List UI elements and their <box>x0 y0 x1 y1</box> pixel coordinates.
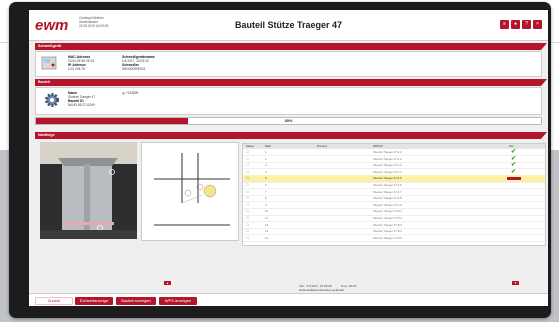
show-wps-button[interactable]: WPS anzeigen <box>159 297 197 305</box>
row-seam-number: 2 <box>265 156 267 161</box>
check-icon: ✔ <box>511 149 517 155</box>
row-wps: Stuetze Traeger 47 B.5 <box>373 235 402 240</box>
mac-address: MAC-Adresse 00:00:4E:50:0E:01 IP-Adresse… <box>68 55 94 71</box>
row-seam-number: 11 <box>265 216 268 220</box>
row-status-checkbox[interactable]: ☐ <box>246 189 249 195</box>
help-icon[interactable]: ? <box>522 20 531 29</box>
row-status-checkbox[interactable]: ☐ <box>246 222 249 228</box>
part-details: Name Stuetze Traeger 47 Bauteil ID BAUR-… <box>68 91 95 107</box>
part-panel: Name Stuetze Traeger 47 Bauteil ID BAUR-… <box>35 87 542 115</box>
row-seam-number: 4 <box>265 169 267 174</box>
row-seam-number: 9 <box>265 202 267 207</box>
row-wps: Stuetze Traeger 47 A.4 <box>373 169 402 174</box>
row-wps: Stuetze Traeger 47 A.5 <box>373 176 402 181</box>
ip-address-value: 10.0.204.76 <box>68 67 85 71</box>
back-button[interactable]: Zurück <box>35 297 73 305</box>
row-wps: Stuetze Traeger 47 A.1 <box>373 150 402 154</box>
machine-panel: MAC-Adresse 00:00:4E:50:0E:01 IP-Adresse… <box>35 51 542 77</box>
weld-seam-table: Status Naht Prozess WPS-Nr Info ☐ 1 Stuetz… <box>242 143 546 246</box>
row-status-checkbox[interactable]: ☐ <box>246 156 249 162</box>
row-status-checkbox[interactable]: ☐ <box>246 169 249 175</box>
show-part-button[interactable]: Bauteil anzeigen <box>116 297 156 305</box>
user-icon[interactable]: ● <box>511 20 520 29</box>
row-status-checkbox[interactable]: ☐ <box>246 235 249 241</box>
row-status-checkbox[interactable]: ☐ <box>246 162 249 168</box>
weld-drawing <box>141 142 239 241</box>
row-status-checkbox[interactable]: ☐ <box>246 175 249 181</box>
machine-id: Schweißgerätename 6.8.2017, 15:03:33 Sch… <box>122 55 155 71</box>
part-photo <box>40 142 137 239</box>
weld-progress-label: 30% <box>284 118 293 123</box>
row-status-checkbox[interactable]: ☐ <box>246 215 249 221</box>
app-screen: ewm Christoph Brehler Administrator 22.0… <box>29 10 548 306</box>
section-header-machine: Schweißgerät <box>35 43 547 50</box>
row-seam-number: 13 <box>265 229 269 234</box>
monitor-bezel: ewm Christoph Brehler Administrator 22.0… <box>9 2 551 318</box>
part-id-value: BAUR-85-2712049 <box>68 103 95 107</box>
row-seam-number: 3 <box>265 163 267 168</box>
exit-icon[interactable]: × <box>533 20 542 29</box>
row-wps: Stuetze Traeger 47 A.8 <box>373 196 402 201</box>
row-status-checkbox[interactable]: ☐ <box>246 182 249 188</box>
check-icon: ✔ <box>511 155 517 162</box>
row-wps: Stuetze Traeger 47 B.1 <box>373 209 402 214</box>
row-wps: Stuetze Traeger 47 A.3 <box>373 163 402 168</box>
part-code-value: 7243828 <box>125 91 139 95</box>
header-buttons: ≡ ● ? × <box>500 20 542 29</box>
part-photo-image <box>40 142 137 239</box>
row-seam-number: 1 <box>265 150 267 154</box>
scroll-up-button[interactable]: ▲ <box>164 281 171 285</box>
welding-machine-icon <box>41 56 57 70</box>
row-seam-number: 5 <box>265 176 267 181</box>
row-seam-number: 10 <box>265 209 269 214</box>
row-wps: Stuetze Traeger 47 B.3 <box>373 222 402 227</box>
row-wps: Stuetze Traeger 47 A.7 <box>373 189 402 194</box>
status-info: Info 6.8.2017, 15:03:08 Time: 00:24 Naht… <box>299 284 356 292</box>
weld-drawing-image <box>154 153 230 226</box>
realtime-view-button[interactable]: Echtzeitanzeige <box>75 297 113 305</box>
row-status-checkbox[interactable]: ☐ <box>246 195 249 201</box>
row-seam-number: 8 <box>265 196 267 201</box>
check-icon: ✔ <box>511 168 517 175</box>
menu-icon[interactable]: ≡ <box>500 20 509 29</box>
gear-icon <box>45 93 59 107</box>
row-wps: Stuetze Traeger 47 B.2 <box>373 216 402 220</box>
row-status-checkbox[interactable]: ☐ <box>246 202 249 208</box>
section-header-part: Bauteil <box>35 79 547 86</box>
info-message: Nahtverifikationsfunktion geändert <box>299 288 345 292</box>
weld-progress-bar: 30% <box>35 117 542 125</box>
row-wps: Stuetze Traeger 47 A.2 <box>373 156 402 161</box>
bottom-toolbar: Zurück Echtzeitanzeige Bauteil anzeigen … <box>29 293 548 306</box>
welder-value: WE000099K003 <box>122 67 146 71</box>
row-seam-number: 14 <box>265 235 269 240</box>
row-wps: Stuetze Traeger 47 B.4 <box>373 229 402 234</box>
row-seam-number: 7 <box>265 189 267 194</box>
active-seam-indicator <box>507 177 521 180</box>
row-wps: Stuetze Traeger 47 A.9 <box>373 202 402 207</box>
row-status-checkbox[interactable]: ☐ <box>246 208 249 214</box>
check-icon: ✔ <box>511 162 517 169</box>
app-header: ewm Christoph Brehler Administrator 22.0… <box>29 10 548 41</box>
section-header-weld-seams: Nahtfolge <box>35 132 547 139</box>
scroll-down-button[interactable]: ▼ <box>512 281 519 285</box>
row-seam-number: 12 <box>265 222 269 227</box>
part-code: ▥ 7243828 <box>122 91 138 95</box>
row-wps: Stuetze Traeger 47 A.6 <box>373 183 402 187</box>
page-title: Bauteil Stütze Traeger 47 <box>234 20 343 30</box>
row-status-checkbox[interactable]: ☐ <box>246 228 249 234</box>
row-seam-number: 6 <box>265 183 267 187</box>
table-row[interactable]: ☐ 14 Stuetze Traeger 47 B.5 <box>243 235 545 242</box>
row-status-checkbox[interactable]: ☐ <box>246 149 249 155</box>
